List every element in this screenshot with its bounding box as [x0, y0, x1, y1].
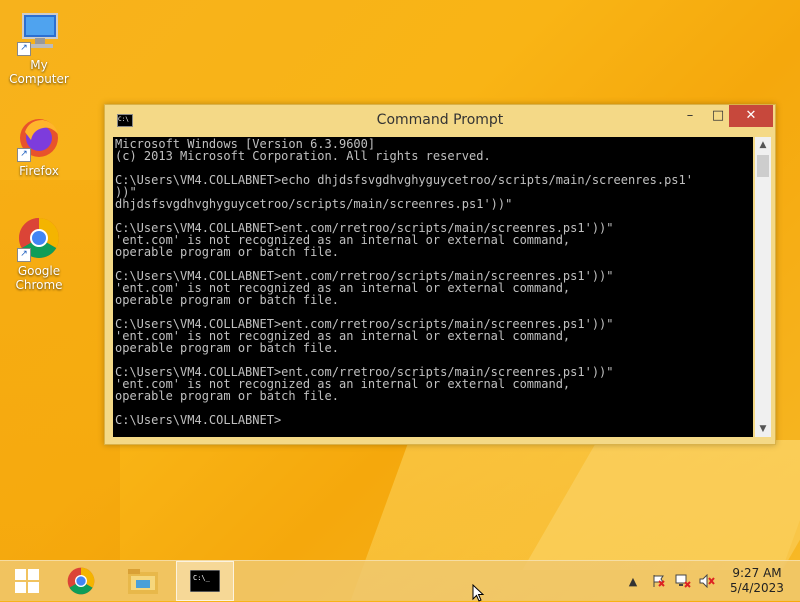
taskbar-chrome[interactable] — [54, 561, 108, 601]
console-line: operable program or batch file. — [115, 389, 339, 403]
windows-start-icon — [15, 569, 39, 593]
firefox-icon: ↗ — [15, 114, 63, 162]
desktop-icon-google-chrome[interactable]: ↗ Google Chrome — [0, 214, 78, 292]
console-line: operable program or batch file. — [115, 293, 339, 307]
shortcut-arrow-icon: ↗ — [17, 42, 31, 56]
svg-text:C:\_: C:\_ — [193, 574, 211, 582]
file-explorer-icon — [128, 569, 158, 594]
scroll-up-icon[interactable]: ▲ — [755, 137, 771, 153]
taskbar-file-explorer[interactable] — [116, 561, 170, 601]
desktop-icon-label: Google Chrome — [15, 264, 63, 292]
console-line: dhjdsfsvgdhvghyguycetroo/scripts/main/sc… — [115, 197, 513, 211]
taskbar-clock[interactable]: 9:27 AM 5/4/2023 — [724, 566, 790, 596]
desktop-icon-label: My Computer — [9, 58, 69, 86]
chrome-icon — [67, 567, 95, 595]
network-icon[interactable] — [674, 561, 692, 601]
window-titlebar[interactable]: C:\ Command Prompt – □ ✕ — [105, 105, 775, 135]
command-prompt-window[interactable]: C:\ Command Prompt – □ ✕ Microsoft Windo… — [104, 104, 776, 445]
action-center-flag-icon[interactable] — [650, 561, 668, 601]
shortcut-arrow-icon: ↗ — [17, 248, 31, 262]
console-line: (c) 2013 Microsoft Corporation. All righ… — [115, 149, 491, 163]
start-button[interactable] — [0, 561, 54, 601]
clock-date: 5/4/2023 — [730, 581, 784, 595]
console-line: operable program or batch file. — [115, 341, 339, 355]
close-button[interactable]: ✕ — [729, 105, 773, 127]
console-output[interactable]: Microsoft Windows [Version 6.3.9600] (c) … — [113, 137, 753, 437]
volume-muted-icon[interactable] — [698, 561, 716, 601]
show-hidden-icons-icon[interactable]: ▲ — [626, 561, 640, 601]
console-line: C:\Users\VM4.COLLABNET> — [115, 413, 282, 427]
console-line: C:\Users\VM4.COLLABNET>echo dhjdsfsvgdhv… — [115, 173, 693, 187]
clock-time: 9:27 AM — [732, 566, 782, 580]
scroll-down-icon[interactable]: ▼ — [755, 421, 771, 437]
taskbar: C:\_ ▲ 9:27 AM 5/4/2023 — [0, 560, 800, 601]
console-line: operable program or batch file. — [115, 245, 339, 259]
minimize-button[interactable]: – — [675, 105, 705, 127]
desktop-icon-label: Firefox — [19, 164, 59, 178]
shortcut-arrow-icon: ↗ — [17, 148, 31, 162]
command-prompt-icon: C:\_ — [190, 570, 220, 592]
scrollbar-thumb[interactable] — [757, 155, 769, 177]
chrome-icon: ↗ — [15, 214, 63, 262]
desktop-icon-firefox[interactable]: ↗ Firefox — [0, 114, 78, 178]
vertical-scrollbar[interactable]: ▲ ▼ — [755, 137, 771, 437]
desktop-icon-my-computer[interactable]: ↗ My Computer — [0, 8, 78, 86]
computer-icon: ↗ — [15, 8, 63, 56]
taskbar-command-prompt[interactable]: C:\_ — [176, 561, 234, 601]
mouse-cursor-icon — [472, 584, 485, 602]
